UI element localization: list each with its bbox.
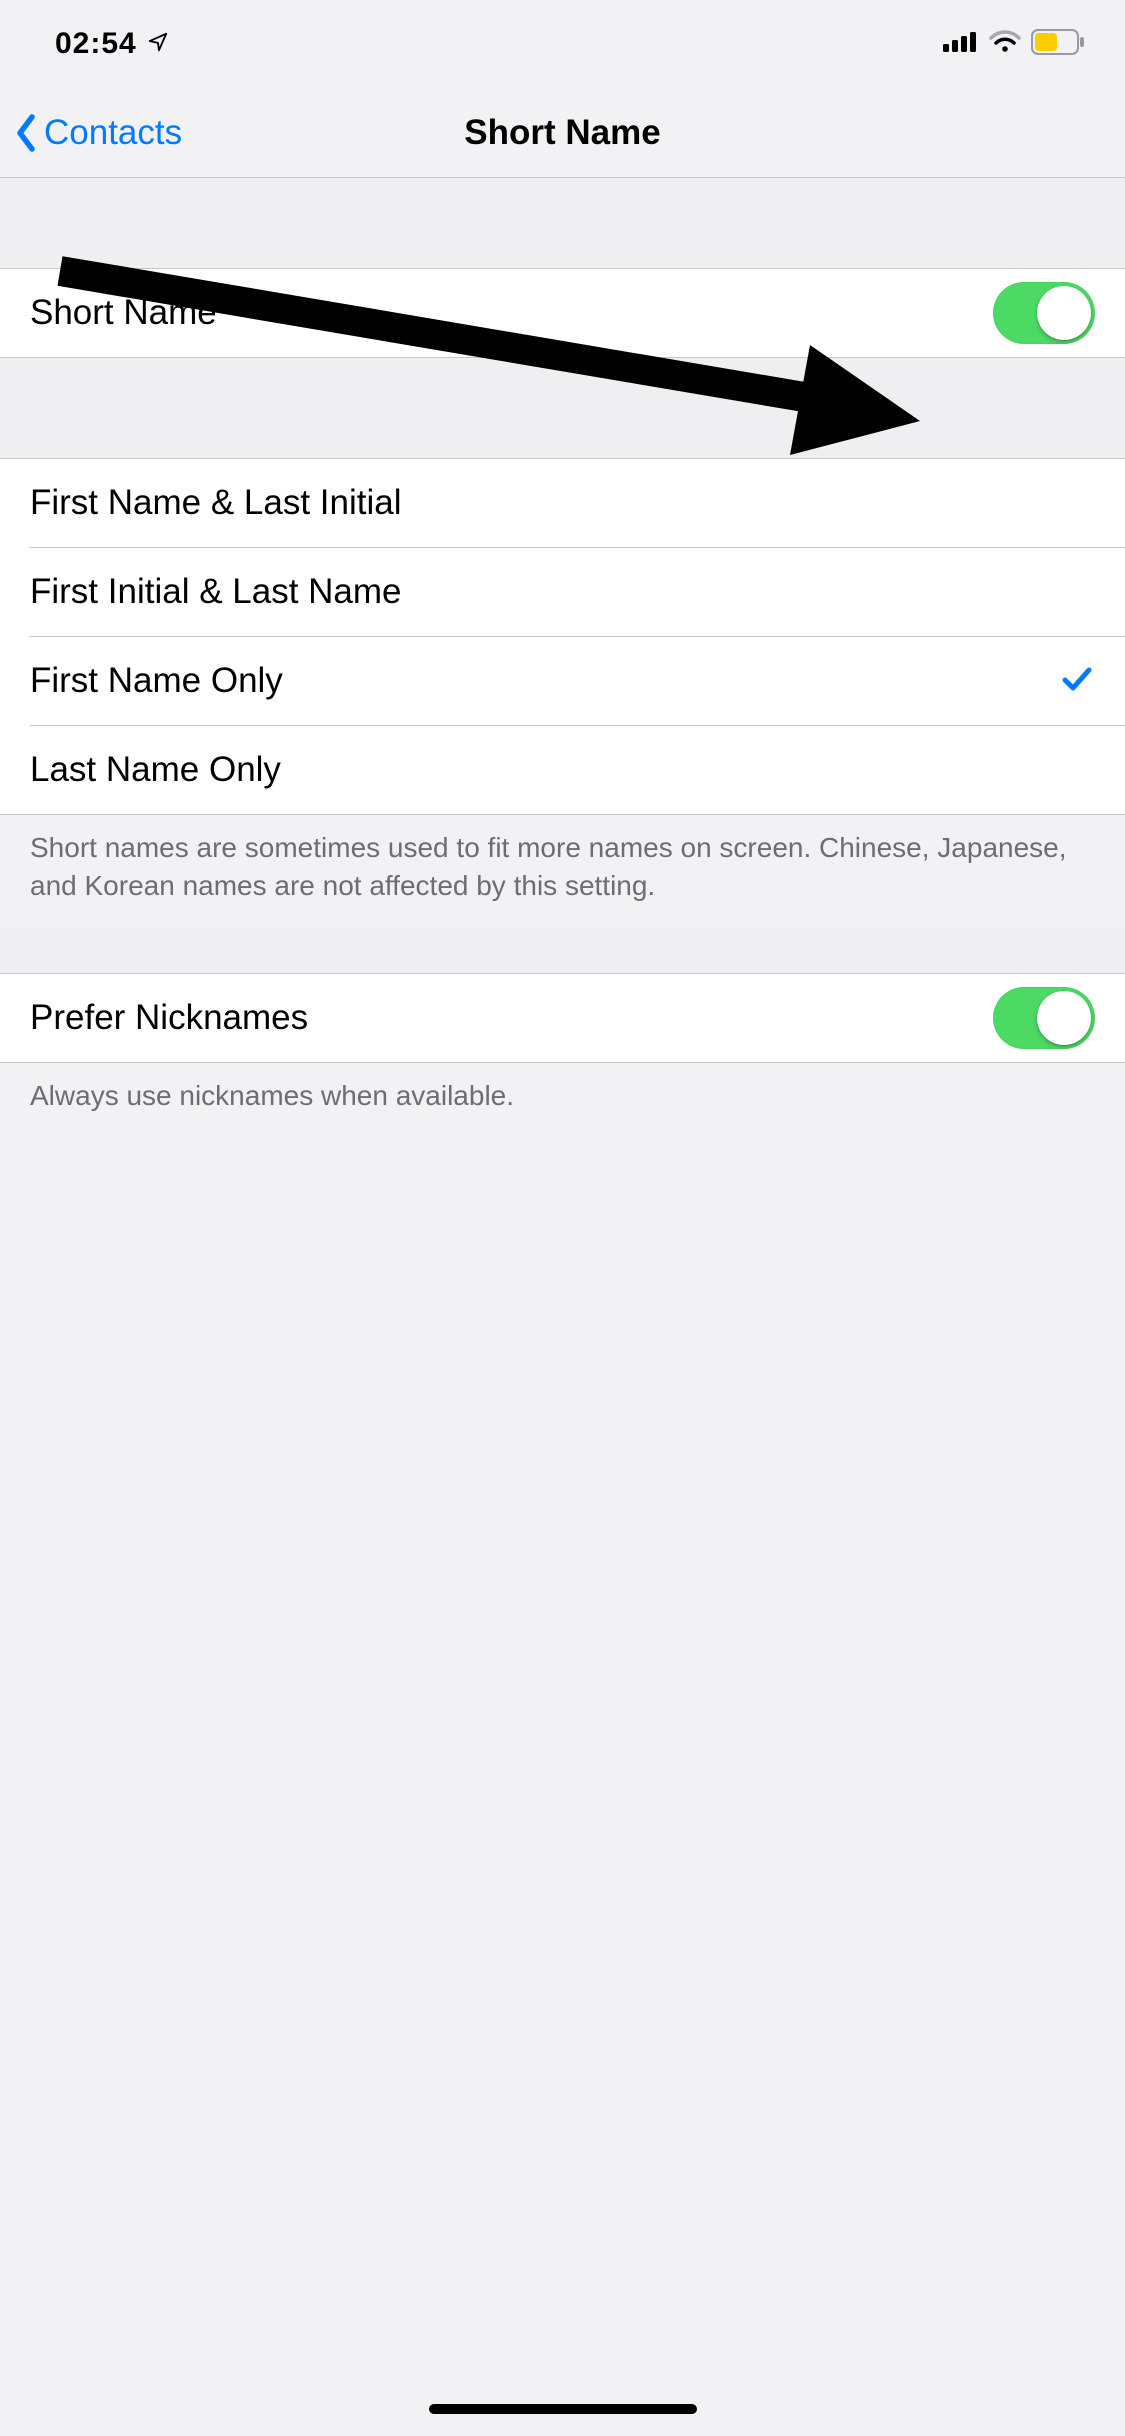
option-label: Last Name Only	[30, 749, 281, 791]
option-last-name-only[interactable]: Last Name Only	[0, 726, 1125, 814]
status-bar: 02:54	[0, 0, 1125, 88]
option-label: First Name & Last Initial	[30, 482, 402, 524]
option-first-initial-last[interactable]: First Initial & Last Name	[0, 548, 1125, 636]
section-spacer	[0, 358, 1125, 458]
status-right	[943, 29, 1085, 60]
status-left: 02:54	[55, 27, 169, 61]
short-name-toggle-row[interactable]: Short Name	[0, 269, 1125, 357]
nicknames-footer: Always use nicknames when available.	[0, 1063, 1125, 1139]
chevron-left-icon	[12, 111, 42, 155]
short-name-options-group: First Name & Last Initial First Initial …	[0, 458, 1125, 815]
toggle-knob	[1037, 286, 1091, 340]
option-label: First Name Only	[30, 660, 283, 702]
short-name-toggle[interactable]	[993, 282, 1095, 344]
back-button[interactable]: Contacts	[12, 111, 182, 155]
options-footer: Short names are sometimes used to fit mo…	[0, 815, 1125, 929]
short-name-toggle-label: Short Name	[30, 292, 217, 334]
location-icon	[147, 31, 169, 58]
prefer-nicknames-row[interactable]: Prefer Nicknames	[0, 974, 1125, 1062]
prefer-nicknames-label: Prefer Nicknames	[30, 997, 308, 1039]
section-spacer	[0, 929, 1125, 973]
option-first-name-only[interactable]: First Name Only	[0, 637, 1125, 725]
prefer-nicknames-toggle[interactable]	[993, 987, 1095, 1049]
wifi-icon	[989, 30, 1021, 59]
nav-bar: Contacts Short Name	[0, 88, 1125, 178]
battery-icon	[1031, 29, 1085, 60]
toggle-knob	[1037, 991, 1091, 1045]
short-name-toggle-group: Short Name	[0, 268, 1125, 358]
option-first-last-initial[interactable]: First Name & Last Initial	[0, 459, 1125, 547]
back-label: Contacts	[44, 113, 182, 153]
cellular-signal-icon	[943, 30, 979, 59]
checkmark-icon	[1059, 661, 1095, 702]
prefer-nicknames-group: Prefer Nicknames	[0, 973, 1125, 1063]
section-spacer	[0, 178, 1125, 268]
option-label: First Initial & Last Name	[30, 571, 402, 613]
home-indicator	[429, 2404, 697, 2414]
status-time: 02:54	[55, 27, 137, 61]
